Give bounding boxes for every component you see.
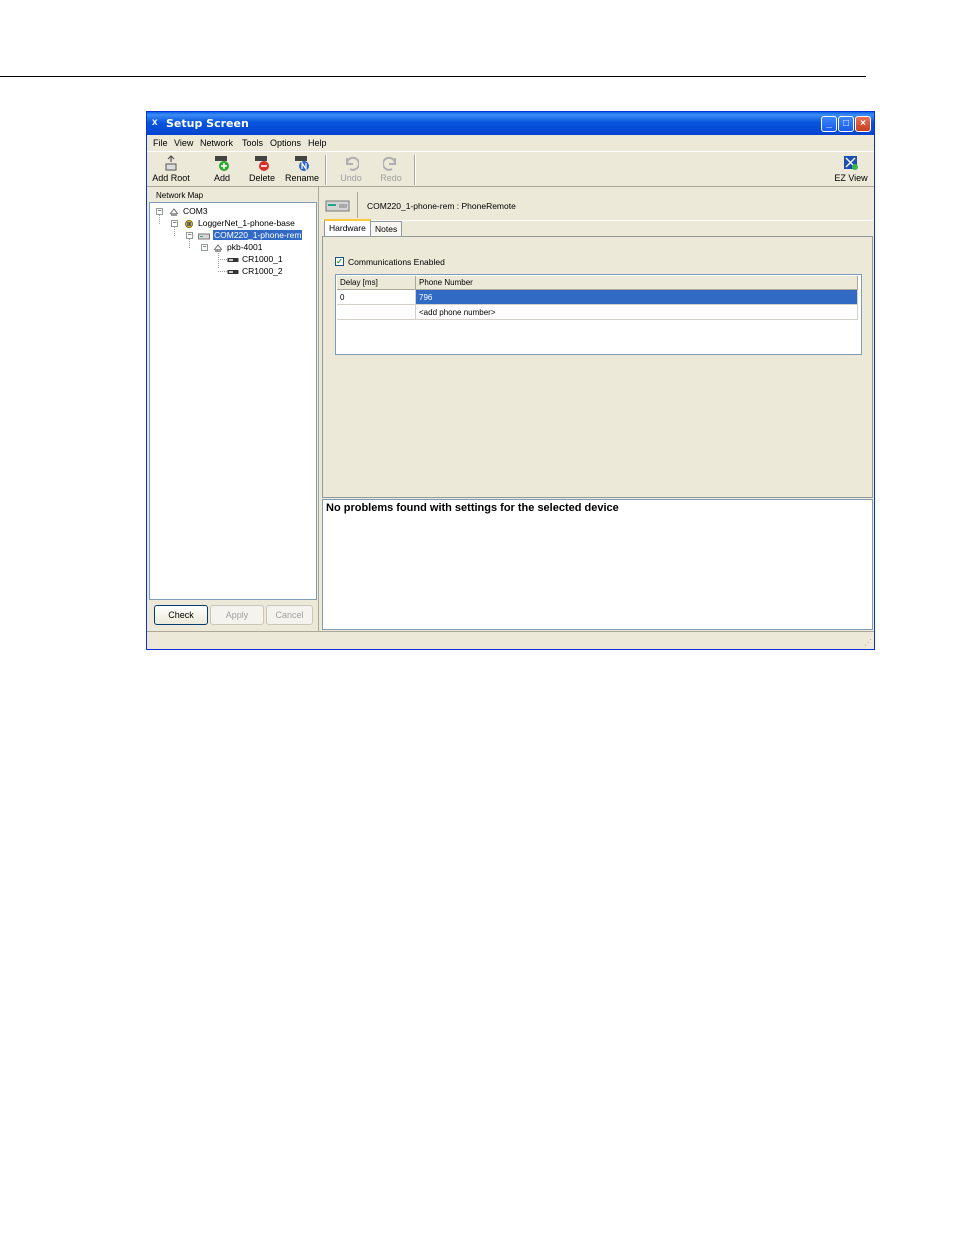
toolbar-separator bbox=[325, 155, 327, 185]
setup-screen-window: x Setup Screen _ □ × File View Network T… bbox=[146, 111, 875, 650]
add-root-icon bbox=[165, 155, 177, 171]
hardware-tab-panel: ✓ Communications Enabled Delay [ms] Phon… bbox=[322, 236, 873, 498]
ez-view-button[interactable]: EZ View bbox=[831, 154, 871, 186]
tree-line bbox=[174, 227, 175, 236]
add-button[interactable]: Add bbox=[202, 154, 242, 186]
menu-help[interactable]: Help bbox=[308, 138, 327, 148]
tree-node-com3[interactable]: COM3 bbox=[168, 206, 208, 216]
tree-node-cr1000-2[interactable]: CR1000_2 bbox=[227, 266, 283, 276]
phone-number-table: Delay [ms] Phone Number 0 796 <add phone… bbox=[335, 274, 862, 355]
expander-pakbus[interactable]: − bbox=[201, 244, 208, 251]
maximize-button[interactable]: □ bbox=[838, 116, 854, 132]
add-phone-number-cell[interactable]: <add phone number> bbox=[416, 305, 858, 320]
minimize-button[interactable]: _ bbox=[821, 116, 837, 132]
network-map-buttons: Check Apply Cancel bbox=[149, 602, 317, 630]
selected-node-label: COM220_1-phone-rem bbox=[213, 230, 303, 240]
add-icon bbox=[215, 156, 229, 171]
phone-modem-icon bbox=[198, 233, 210, 240]
cancel-button[interactable]: Cancel bbox=[266, 605, 313, 625]
tree-line bbox=[218, 259, 227, 260]
delete-button[interactable]: Delete bbox=[242, 154, 282, 186]
app-icon: x bbox=[152, 117, 158, 128]
table-cell-phone-number[interactable]: 796 bbox=[416, 290, 858, 305]
resize-grip-icon[interactable]: ⋰ bbox=[864, 638, 872, 647]
title-bar[interactable]: x Setup Screen _ □ × bbox=[147, 112, 874, 135]
menu-bar: File View Network Tools Options Help bbox=[147, 135, 874, 151]
column-header-phone-number[interactable]: Phone Number bbox=[416, 276, 858, 290]
column-header-delay[interactable]: Delay [ms] bbox=[337, 276, 416, 290]
communications-enabled-checkbox[interactable]: ✓ bbox=[335, 257, 344, 266]
add-root-button[interactable]: Add Root bbox=[151, 154, 191, 186]
redo-button[interactable]: Redo bbox=[371, 154, 411, 186]
close-button[interactable]: × bbox=[855, 116, 871, 132]
communications-enabled-label: Communications Enabled bbox=[348, 257, 445, 267]
rename-button[interactable]: Rename bbox=[282, 154, 322, 186]
rename-icon bbox=[295, 156, 309, 171]
tree-line bbox=[189, 239, 190, 248]
datalogger-icon bbox=[227, 269, 239, 274]
table-cell-delay[interactable]: 0 bbox=[337, 290, 416, 305]
device-tabs: Hardware Notes bbox=[322, 219, 873, 237]
check-button[interactable]: Check bbox=[154, 605, 208, 625]
expander-loggernet[interactable]: − bbox=[171, 220, 178, 227]
menu-file[interactable]: File bbox=[153, 138, 168, 148]
validation-message-panel: No problems found with settings for the … bbox=[322, 499, 873, 630]
toolbar-separator bbox=[414, 155, 416, 185]
tree-node-com220-phone-rem[interactable]: COM220_1-phone-rem bbox=[198, 230, 303, 240]
undo-button[interactable]: Undo bbox=[331, 154, 371, 186]
window-title: Setup Screen bbox=[166, 117, 249, 130]
page-rule bbox=[0, 76, 866, 77]
status-bar: ⋰ bbox=[147, 631, 874, 649]
menu-view[interactable]: View bbox=[174, 138, 193, 148]
device-header: COM220_1-phone-rem : PhoneRemote bbox=[322, 190, 873, 221]
menu-network[interactable]: Network bbox=[200, 138, 233, 148]
toolbar: Add Root Add Delete Rename Undo Redo EZ … bbox=[147, 151, 874, 187]
menu-tools[interactable]: Tools bbox=[242, 138, 263, 148]
ez-view-icon bbox=[844, 156, 858, 170]
device-title: COM220_1-phone-rem : PhoneRemote bbox=[367, 201, 516, 211]
apply-button[interactable]: Apply bbox=[210, 605, 264, 625]
redo-icon bbox=[383, 156, 397, 171]
menu-options[interactable]: Options bbox=[270, 138, 301, 148]
table-cell-delay[interactable] bbox=[337, 305, 416, 320]
phone-base-icon bbox=[185, 219, 193, 228]
header-divider bbox=[357, 192, 358, 218]
phone-modem-icon bbox=[325, 200, 350, 212]
datalogger-icon bbox=[227, 257, 239, 262]
expander-com3[interactable]: − bbox=[156, 208, 163, 215]
tree-node-loggernet-base[interactable]: LoggerNet_1-phone-base bbox=[183, 218, 295, 228]
tree-node-pkb-4001[interactable]: pkb-4001 bbox=[212, 242, 262, 252]
tree-line bbox=[218, 271, 227, 272]
undo-icon bbox=[345, 156, 359, 171]
expander-com220[interactable]: − bbox=[186, 232, 193, 239]
network-map-tree[interactable]: − COM3 − LoggerNet_1-phone-base − COM220… bbox=[149, 202, 317, 600]
validation-message: No problems found with settings for the … bbox=[326, 502, 619, 514]
tree-node-cr1000-1[interactable]: CR1000_1 bbox=[227, 254, 283, 264]
tab-notes[interactable]: Notes bbox=[370, 221, 403, 236]
tab-hardware[interactable]: Hardware bbox=[324, 219, 371, 236]
tree-line bbox=[159, 215, 160, 224]
delete-icon bbox=[255, 156, 269, 171]
com-port-icon bbox=[169, 207, 179, 216]
network-map-label: Network Map bbox=[156, 191, 204, 200]
